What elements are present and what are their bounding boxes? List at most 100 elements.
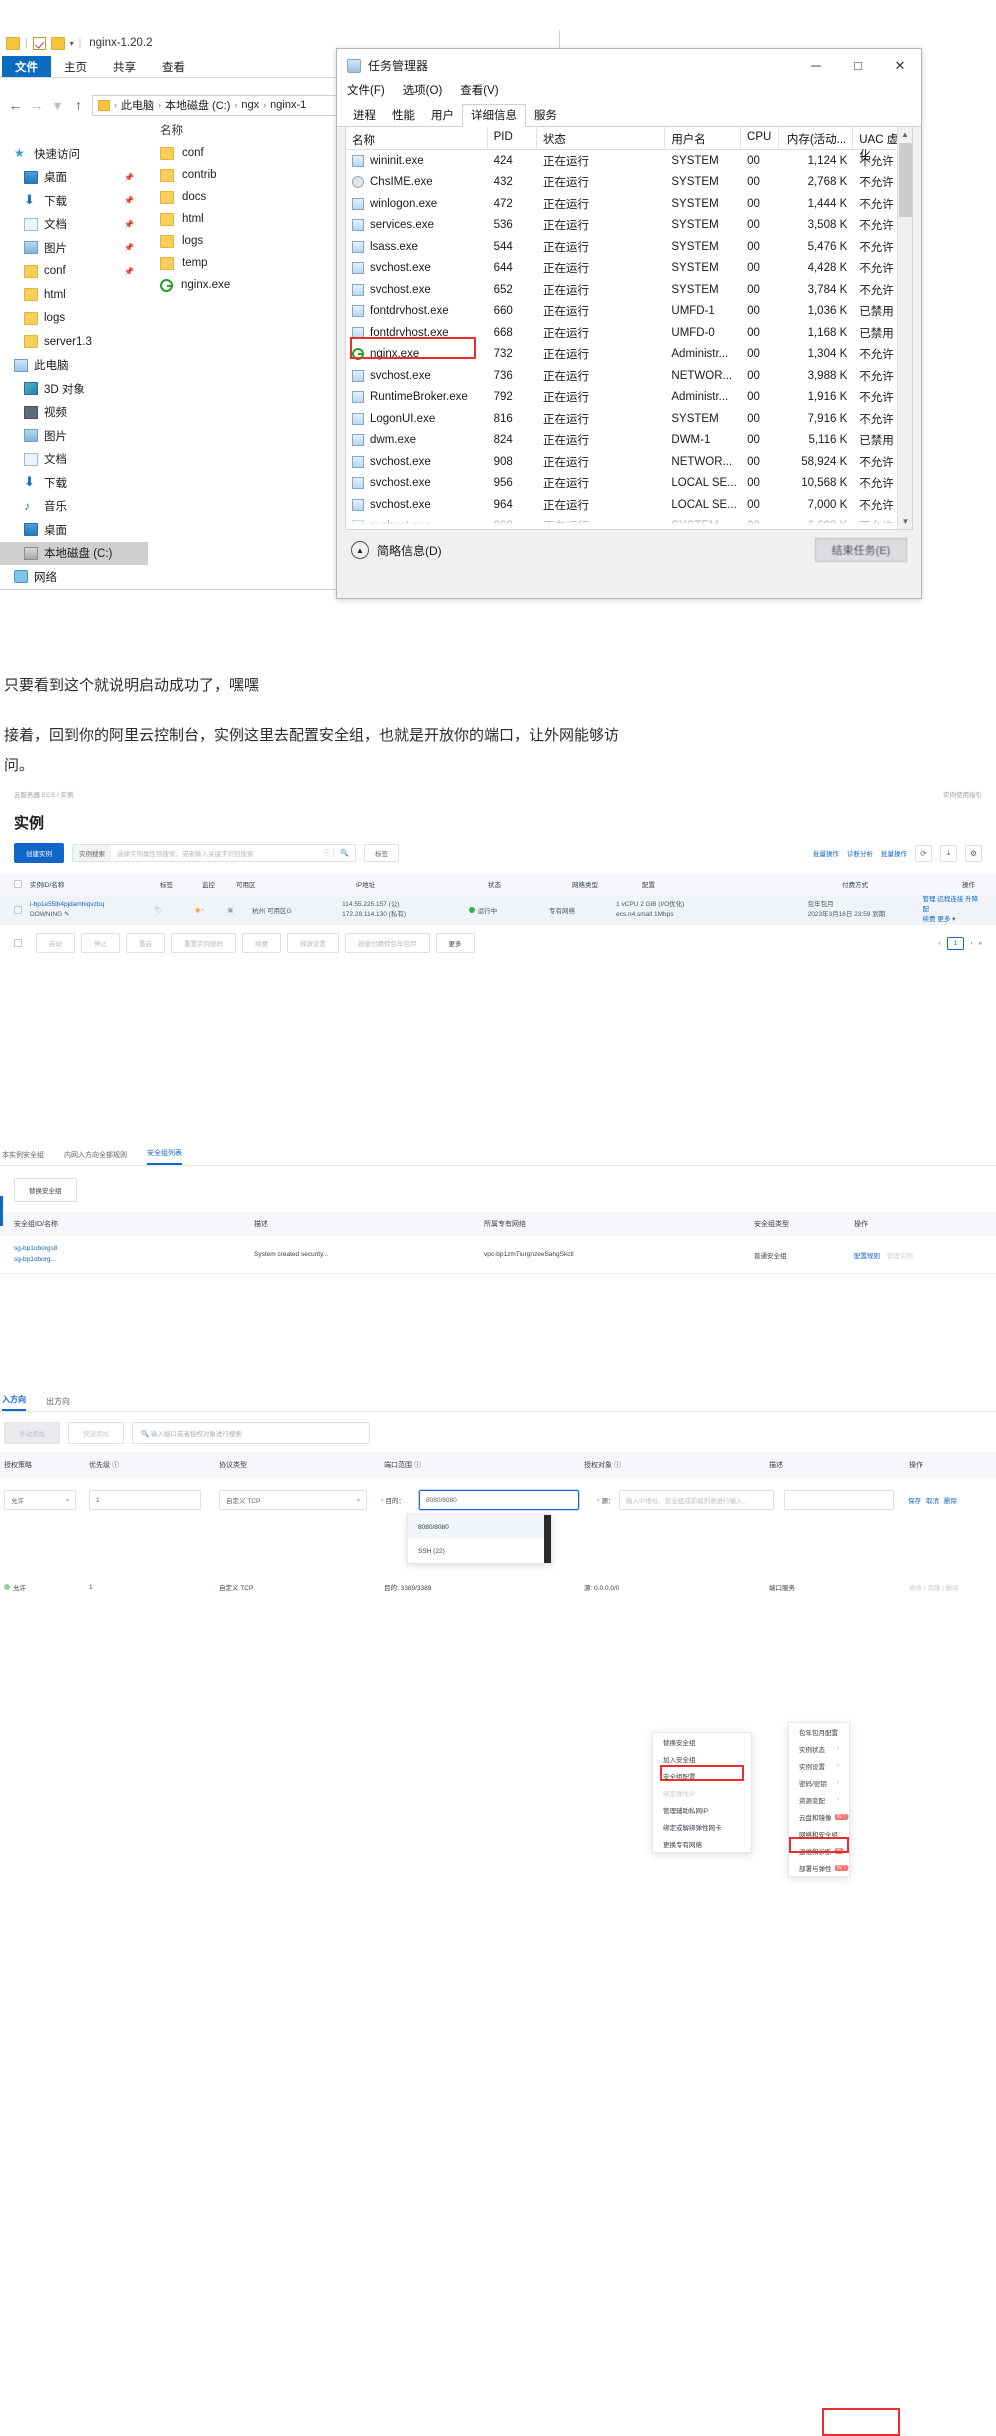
row-checkbox[interactable] — [14, 905, 22, 914]
breadcrumb-item-3[interactable]: nginx-1 — [270, 99, 306, 111]
menu-item-2[interactable]: 安全组配置 — [653, 1767, 751, 1784]
edit-name-icon[interactable]: ✎ — [64, 911, 69, 918]
restart-button[interactable]: 重启 — [126, 933, 165, 954]
action-clone[interactable]: 克隆 — [927, 1585, 940, 1592]
nav-item-0[interactable]: ★ 快速访问 — [0, 142, 148, 166]
port-range-input[interactable]: 8080/8080 — [419, 1490, 579, 1510]
tab-inbound-all-rules[interactable]: 内网入方向全部规则 — [64, 1150, 127, 1165]
scroll-up-icon[interactable]: ▲ — [898, 127, 912, 142]
menu-options[interactable]: 选项(O) — [403, 82, 443, 104]
table-row[interactable]: winlogon.exe 472 正在运行 SYSTEM 00 1,444 K 不允许 — [346, 193, 912, 215]
create-instance-button[interactable]: 创建实例 — [14, 843, 64, 863]
ribbon-tab-view[interactable]: 查看 — [149, 56, 198, 77]
table-row[interactable]: i-bp1e55lb4pjdamhiqvzbq DOWNING ✎ 🏷 ◉◔ ▣… — [0, 895, 996, 926]
instance-id-link[interactable]: i-bp1e55lb4pjdamhiqvzbq — [30, 901, 104, 908]
action-more[interactable]: 更多 — [937, 916, 950, 923]
nav-item-16[interactable]: 桌面 — [0, 518, 148, 542]
search-input[interactable]: 选择实例属性项搜索，或者输入关键字识别搜索 — [111, 848, 321, 858]
table-row[interactable]: services.exe 536 正在运行 SYSTEM 00 3,508 K 不允许 — [346, 215, 912, 237]
nav-item-6[interactable]: html — [0, 283, 148, 307]
security-group-id-link[interactable]: sg-bp1oborgs8 — [14, 1245, 57, 1252]
nav-item-12[interactable]: 图片 — [0, 424, 148, 448]
rules-search-input[interactable]: 🔍 输入端口或者授权对象进行搜索 — [132, 1422, 370, 1444]
scroll-down-icon[interactable]: ▼ — [898, 514, 912, 529]
page-last-icon[interactable]: » — [978, 940, 982, 947]
tab-security-group-list[interactable]: 安全组列表 — [147, 1148, 182, 1165]
paste-icon[interactable] — [50, 36, 65, 50]
column-header-memory[interactable]: 内存(活动... — [779, 127, 854, 149]
tab-processes[interactable]: 进程 — [345, 105, 384, 126]
recent-locations-icon[interactable]: ▾ — [50, 97, 65, 114]
table-row[interactable]: dwm.exe 824 正在运行 DWM-1 00 5,116 K 已禁用 — [346, 430, 912, 452]
table-row[interactable]: wininit.exe 424 正在运行 SYSTEM 00 1,124 K 不允许 — [346, 150, 912, 172]
batch-action-link-1[interactable]: 批量操作 — [813, 848, 839, 858]
release-settings-button[interactable]: 释放设置 — [287, 933, 339, 954]
dropdown-option-1[interactable]: SSH (22) — [408, 1539, 551, 1563]
settings-icon[interactable]: ⚙ — [965, 844, 982, 862]
action-renew[interactable]: 续费 — [923, 916, 936, 923]
download-icon[interactable]: ⤓ — [940, 844, 957, 862]
nav-item-10[interactable]: 3D 对象 — [0, 377, 148, 401]
table-row[interactable]: LogonUI.exe 816 正在运行 SYSTEM 00 7,916 K 不允许 — [346, 408, 912, 430]
table-row[interactable]: svchost.exe 652 正在运行 SYSTEM 00 3,784 K 不允许 — [346, 279, 912, 301]
table-row[interactable]: RuntimeBroker.exe 792 正在运行 Administr... 00 1,… — [346, 387, 912, 409]
pin-icon[interactable]: 📌 — [124, 196, 134, 205]
chevron-up-icon[interactable]: ▲ — [351, 541, 369, 559]
nav-item-5[interactable]: conf 📌 — [0, 260, 148, 284]
nav-item-7[interactable]: logs — [0, 307, 148, 331]
usage-guide-link[interactable]: 实例使用指引 — [943, 789, 982, 799]
diagnose-link[interactable]: 诊断分析 — [847, 848, 873, 858]
quick-add-button[interactable]: 快速添加 — [68, 1422, 124, 1444]
tab-details[interactable]: 详细信息 — [462, 104, 526, 127]
ribbon-tab-home[interactable]: 主页 — [51, 56, 100, 77]
menu-item-1[interactable]: 加入安全组 — [653, 1750, 751, 1767]
menu-item-6[interactable]: 网络和安全组 › — [789, 1825, 849, 1842]
tab-services[interactable]: 服务 — [526, 105, 565, 126]
pin-icon[interactable]: 📌 — [124, 243, 134, 252]
menu-item-4[interactable]: 管理辅助私网IP — [653, 1801, 751, 1818]
table-row[interactable]: svchost.exe 956 正在运行 LOCAL SE... 00 10,568 K不… — [346, 473, 912, 495]
start-button[interactable]: 启动 — [36, 933, 75, 954]
menu-file[interactable]: 文件(F) — [347, 82, 385, 104]
convert-payment-button[interactable]: 按量付费转包年包月 — [345, 933, 430, 954]
footer-select-all-checkbox[interactable] — [14, 939, 22, 948]
action-configure-rules[interactable]: 配置规则 — [854, 1253, 880, 1260]
delete-button[interactable]: 删除 — [944, 1495, 957, 1505]
table-row[interactable]: fontdrvhost.exe 668 正在运行 UMFD-0 00 1,168 K 已禁用 — [346, 322, 912, 344]
action-manage[interactable]: 管理 — [923, 896, 936, 903]
nav-item-8[interactable]: server1.3 — [0, 330, 148, 354]
page-next-icon[interactable]: › — [970, 940, 972, 947]
menu-item-0[interactable]: 包年包月配置 — [789, 1723, 849, 1740]
more-button[interactable]: 更多 — [435, 933, 475, 954]
cancel-button[interactable]: 取消 — [926, 1495, 939, 1505]
tag-filter-button[interactable]: 标签 — [364, 844, 399, 862]
reset-password-button[interactable]: 重置实例密码 — [171, 933, 236, 954]
dropdown-scrollbar[interactable] — [544, 1515, 551, 1563]
more-actions-menu[interactable]: 包年包月配置 实例状态 › 实例设置 › 密码/密钥 › 资源变配 › 云盘和镜像 热门 › 网络和安全… — [788, 1722, 850, 1877]
table-row[interactable]: svchost.exe 736 正在运行 NETWOR... 00 3,988 K 不允许 — [346, 365, 912, 387]
nav-item-11[interactable]: 视频 — [0, 401, 148, 425]
menu-item-7[interactable]: 运维和诊断新 › — [789, 1842, 849, 1859]
nav-item-18[interactable]: 网络 — [0, 565, 148, 589]
up-icon[interactable]: ↑ — [71, 97, 86, 113]
ribbon-tab-share[interactable]: 共享 — [100, 56, 149, 77]
stop-button[interactable]: 停止 — [81, 933, 120, 954]
nav-item-1[interactable]: 桌面 📌 — [0, 166, 148, 190]
page-prev-icon[interactable]: ‹ — [938, 940, 940, 947]
column-header-username[interactable]: 用户名 — [665, 127, 742, 149]
checkbox-icon[interactable] — [32, 36, 46, 50]
page-current[interactable]: 1 — [946, 936, 965, 950]
security-group-context-menu[interactable]: 替换安全组 加入安全组 安全组配置 绑定弹性IP 管理辅助私网IP 绑定或解绑弹性网卡 更换… — [652, 1732, 752, 1853]
tag-icon[interactable]: 🏷 — [154, 906, 194, 914]
nav-item-3[interactable]: 文档 📌 — [0, 213, 148, 237]
menu-item-1[interactable]: 实例状态 › — [789, 1740, 849, 1757]
tab-users[interactable]: 用户 — [423, 105, 462, 126]
select-all-checkbox[interactable] — [14, 880, 22, 888]
protocol-select[interactable]: 自定义 TCP ▾ — [219, 1490, 367, 1510]
chevron-down-icon[interactable]: ▾ — [70, 39, 74, 48]
vertical-scrollbar[interactable]: ▲ ▼ — [897, 127, 912, 529]
pin-icon[interactable]: 📌 — [124, 220, 134, 229]
menu-item-5[interactable]: 云盘和镜像 热门 › — [789, 1808, 850, 1825]
tab-performance[interactable]: 性能 — [384, 105, 423, 126]
source-input[interactable]: 输入IP地址、安全组或前缀列表进行输入... — [619, 1490, 774, 1510]
